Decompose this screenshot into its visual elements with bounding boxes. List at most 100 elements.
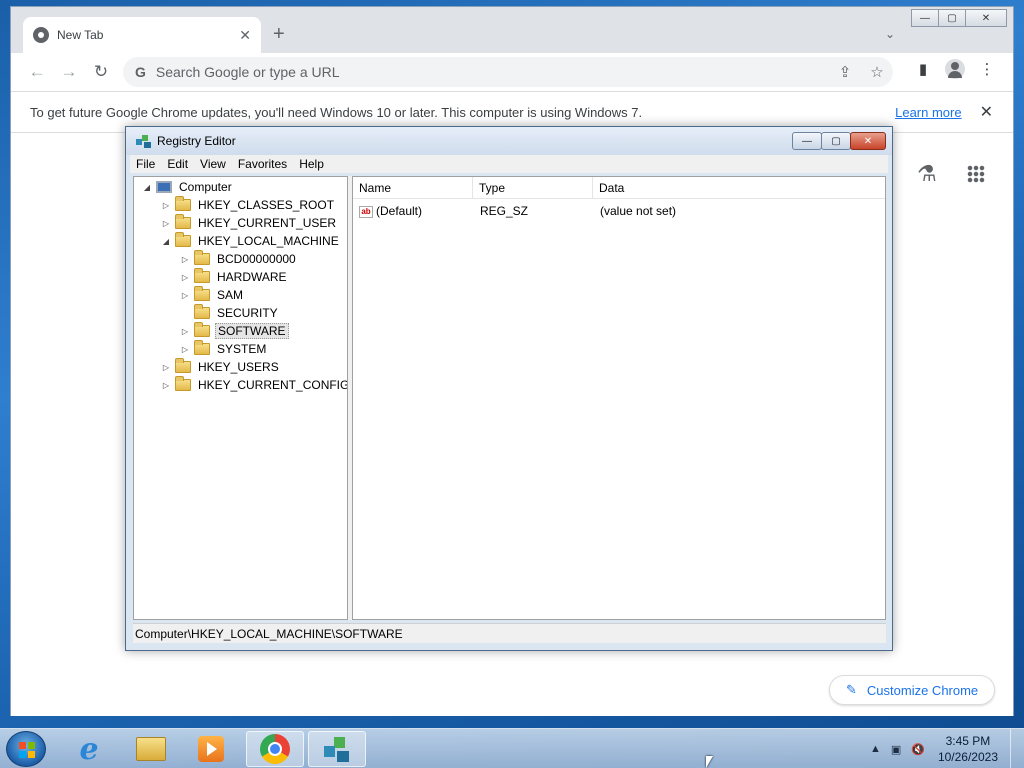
column-header-type[interactable]: Type: [473, 177, 593, 199]
menu-help[interactable]: Help: [299, 157, 324, 171]
learn-more-link[interactable]: Learn more: [895, 105, 961, 120]
chrome-maximize-button[interactable]: ▢: [938, 9, 966, 27]
folder-icon: [194, 322, 210, 337]
tree-node-security[interactable]: SECURITY: [180, 304, 280, 322]
chrome-menu-icon[interactable]: ⋮: [971, 60, 1003, 78]
expand-arrow-icon[interactable]: ▷: [161, 201, 171, 210]
value-name: (Default): [376, 204, 423, 218]
values-list-pane[interactable]: Name Type Data ab (Default) REG_SZ (value…: [352, 176, 886, 620]
expand-arrow-icon[interactable]: ▷: [161, 363, 171, 372]
menu-favorites[interactable]: Favorites: [238, 157, 287, 171]
taskbar-media-player[interactable]: [182, 731, 240, 767]
value-name-cell: ab (Default): [359, 201, 422, 221]
tree-node-label: HKEY_LOCAL_MACHINE: [198, 234, 339, 248]
regedit-menubar: File Edit View Favorites Help: [130, 155, 888, 173]
tree-node-hkey-current-user[interactable]: ▷ HKEY_CURRENT_USER: [161, 214, 338, 232]
expand-arrow-icon[interactable]: ▷: [180, 327, 190, 336]
volume-muted-icon[interactable]: 🔇: [911, 743, 925, 756]
new-tab-button[interactable]: +: [273, 23, 285, 45]
tree-node-label: HKEY_CURRENT_CONFIG: [198, 378, 348, 392]
taskbar: e ▲ ▣ 🔇 3:45 PM 10/26/2023: [0, 728, 1024, 768]
tab-new-tab[interactable]: New Tab ✕: [23, 17, 261, 53]
google-apps-icon[interactable]: [967, 165, 985, 183]
tree-node-hardware[interactable]: ▷ HARDWARE: [180, 268, 289, 286]
menu-file[interactable]: File: [136, 157, 155, 171]
expand-arrow-icon[interactable]: ▷: [180, 255, 190, 264]
tree-node-hkey-current-config[interactable]: ▷ HKEY_CURRENT_CONFIG: [161, 376, 348, 394]
folder-open-icon: [175, 232, 191, 247]
show-desktop-button[interactable]: [1010, 729, 1024, 768]
show-hidden-icons-icon[interactable]: ▲: [870, 743, 881, 755]
bookmark-star-icon[interactable]: ☆: [861, 63, 893, 81]
infobar-close-icon[interactable]: ✕: [980, 102, 993, 122]
tree-node-hkey-classes-root[interactable]: ▷ HKEY_CLASSES_ROOT: [161, 196, 336, 214]
regedit-titlebar[interactable]: Registry Editor — ▢ ✕: [126, 127, 892, 155]
customize-chrome-label: Customize Chrome: [866, 682, 979, 698]
tree-node-software[interactable]: ▷ SOFTWARE: [180, 322, 289, 340]
tree-node-sam[interactable]: ▷ SAM: [180, 286, 245, 304]
tab-search-icon[interactable]: ⌄: [885, 27, 895, 41]
reload-icon[interactable]: ↻: [85, 62, 117, 82]
regedit-body: ◢ Computer ▷ HKEY_CLASSES_ROOT ▷ HKEY_CU…: [133, 176, 886, 620]
column-header-name[interactable]: Name: [353, 177, 473, 199]
taskbar-internet-explorer[interactable]: e: [60, 731, 118, 767]
customize-chrome-button[interactable]: ✎ Customize Chrome: [829, 675, 995, 705]
regedit-title: Registry Editor: [157, 134, 236, 148]
expand-arrow-icon[interactable]: ▷: [161, 381, 171, 390]
expand-arrow-icon[interactable]: ▷: [180, 291, 190, 300]
taskbar-chrome[interactable]: [246, 731, 304, 767]
tree-node-bcd00000000[interactable]: ▷ BCD00000000: [180, 250, 298, 268]
network-icon[interactable]: ▣: [891, 743, 901, 756]
back-icon[interactable]: ←: [21, 62, 53, 82]
chrome-favicon-icon: [33, 27, 49, 43]
menu-edit[interactable]: Edit: [167, 157, 188, 171]
pencil-icon: ✎: [846, 682, 857, 697]
regedit-maximize-button[interactable]: ▢: [821, 132, 851, 150]
regedit-minimize-button[interactable]: —: [792, 132, 822, 150]
tab-strip: New Tab ✕ + ⌄ — ▢ ✕: [11, 7, 1013, 53]
column-header-data[interactable]: Data: [593, 177, 885, 199]
start-button[interactable]: [6, 731, 46, 767]
menu-view[interactable]: View: [200, 157, 226, 171]
taskbar-registry-editor[interactable]: [308, 731, 366, 767]
clock[interactable]: 3:45 PM 10/26/2023: [938, 733, 998, 765]
folder-icon: [194, 286, 210, 301]
expand-arrow-icon[interactable]: ◢: [161, 237, 171, 246]
regedit-close-button[interactable]: ✕: [850, 132, 886, 150]
expand-arrow-icon[interactable]: ▷: [161, 219, 171, 228]
taskbar-file-explorer[interactable]: [122, 731, 180, 767]
regedit-status-bar: Computer\HKEY_LOCAL_MACHINE\SOFTWARE: [133, 623, 886, 643]
tree-node-system[interactable]: ▷ SYSTEM: [180, 340, 268, 358]
value-type: REG_SZ: [480, 204, 529, 218]
registry-editor-icon: [322, 734, 352, 764]
folder-icon: [194, 340, 210, 355]
list-header: Name Type Data: [353, 177, 885, 199]
tree-node-label: Computer: [179, 180, 232, 194]
tree-node-label-selected: SOFTWARE: [215, 323, 289, 339]
clock-date: 10/26/2023: [937, 750, 998, 764]
chrome-minimize-button[interactable]: —: [911, 9, 939, 27]
infobar-message: To get future Google Chrome updates, you…: [30, 104, 643, 120]
labs-flask-icon[interactable]: ⚗: [917, 161, 937, 187]
chrome-close-button[interactable]: ✕: [965, 9, 1007, 27]
omnibox-placeholder[interactable]: Search Google or type a URL: [156, 64, 829, 80]
tab-close-icon[interactable]: ✕: [239, 27, 251, 44]
key-tree-pane[interactable]: ◢ Computer ▷ HKEY_CLASSES_ROOT ▷ HKEY_CU…: [133, 176, 348, 620]
expand-arrow-icon[interactable]: ▷: [180, 273, 190, 282]
string-value-icon: ab: [359, 205, 373, 218]
tree-node-hkey-users[interactable]: ▷ HKEY_USERS: [161, 358, 281, 376]
share-icon[interactable]: ⇪: [829, 63, 861, 81]
tree-node-hkey-local-machine[interactable]: ◢ HKEY_LOCAL_MACHINE: [161, 232, 341, 250]
profile-avatar-icon[interactable]: [945, 59, 965, 79]
tree-node-label: HKEY_USERS: [198, 360, 279, 374]
value-row[interactable]: ab (Default) REG_SZ (value not set): [353, 201, 885, 221]
chrome-icon: [260, 734, 290, 764]
media-player-icon: [198, 736, 224, 762]
tree-node-computer[interactable]: ◢ Computer: [142, 178, 234, 196]
forward-icon[interactable]: →: [53, 62, 85, 82]
expand-arrow-icon[interactable]: ◢: [142, 183, 152, 192]
side-panel-icon[interactable]: ▮: [907, 60, 939, 78]
tree-node-label: HKEY_CURRENT_USER: [198, 216, 337, 230]
expand-arrow-icon[interactable]: ▷: [180, 345, 190, 354]
omnibox[interactable]: G Search Google or type a URL ⇪ ☆: [123, 57, 893, 87]
